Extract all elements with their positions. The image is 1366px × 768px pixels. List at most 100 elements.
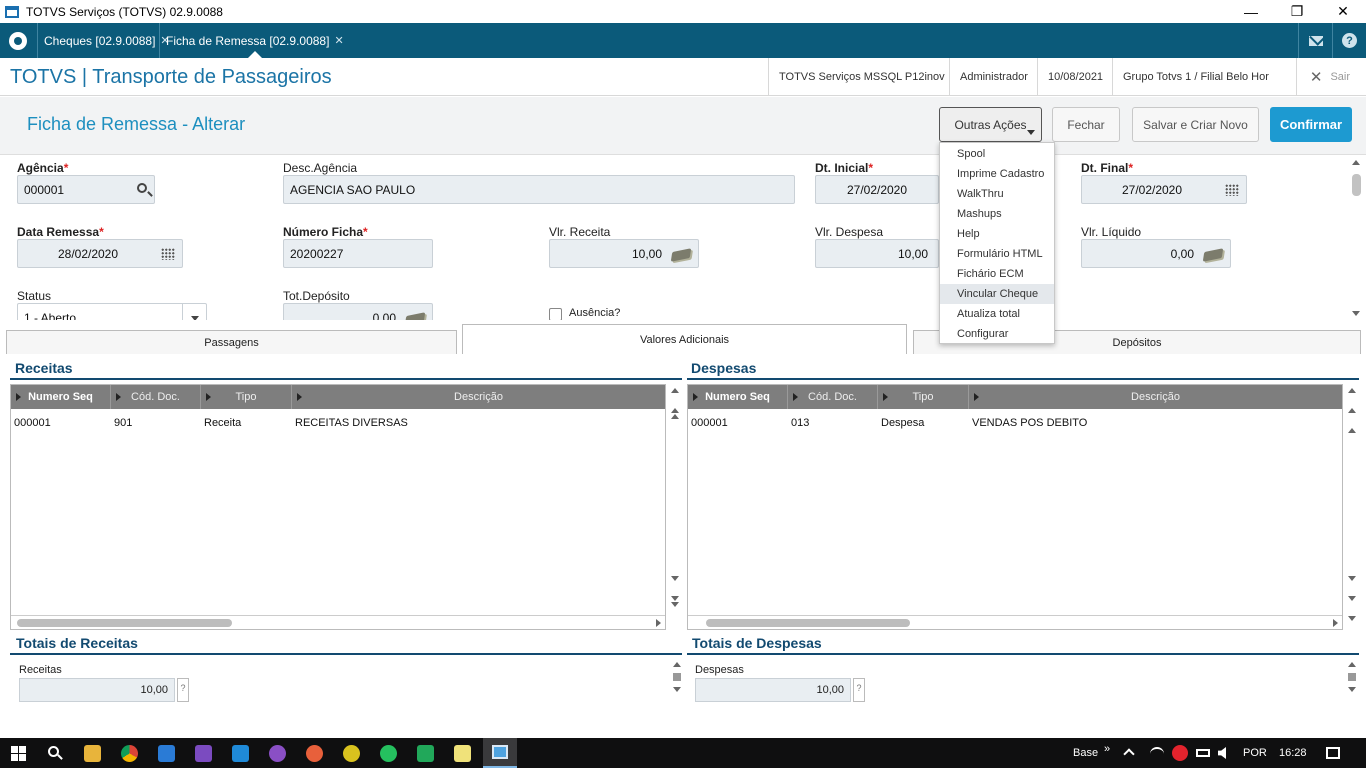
tab-cheques[interactable]: Cheques [02.9.0088] ✕ [37,23,176,58]
despesas-total-input[interactable]: 10,00 [695,678,851,702]
help-icon[interactable]: ? [1332,23,1366,58]
totais-despesas-title: Totais de Despesas [692,635,822,651]
chat-icon[interactable] [417,745,434,762]
menu-item-configurar[interactable]: Configurar [940,324,1054,344]
col-cod-doc[interactable]: Cód. Doc. [788,385,878,409]
page-title: Ficha de Remessa - Alterar [27,114,246,134]
desc-agencia-label: Desc.Agência [283,161,358,175]
vlr-liquido-input[interactable]: 0,00 [1081,239,1231,268]
whatsapp-icon[interactable] [380,745,397,762]
ausencia-checkbox[interactable] [549,308,562,320]
minimize-button[interactable]: — [1228,0,1274,23]
tab-valores-adicionais[interactable]: Valores Adicionais [462,324,907,354]
clock-time[interactable]: 16:28 [1279,738,1307,768]
chrome-icon[interactable] [121,745,138,762]
notepad-icon[interactable] [454,745,471,762]
exit-button[interactable]: ✕ Sair [1310,58,1350,96]
header-user: Administrador [949,58,1038,96]
windows-start-icon[interactable] [11,746,26,761]
salvar-criar-novo-button[interactable]: Salvar e Criar Novo [1132,107,1259,142]
totvs-logo-icon[interactable] [9,32,27,50]
dt-inicial-label: Dt. Inicial* [815,161,874,175]
desc-agencia-input[interactable]: AGENCIA SAO PAULO [283,175,795,204]
col-descricao[interactable]: Descrição [292,385,665,409]
tray-expand-icon[interactable] [1123,748,1135,760]
tab-passagens[interactable]: Passagens [6,330,457,354]
tab-ficha-remessa-close-icon[interactable]: ✕ [334,34,343,47]
file-explorer-icon[interactable] [84,745,101,762]
language-indicator[interactable]: POR [1243,738,1267,768]
table-row[interactable]: 000001 901 Receita RECEITAS DIVERSAS [11,417,592,431]
money-icon [1202,248,1224,262]
despesas-total-label: Despesas [695,664,744,676]
app-icon[interactable] [343,745,360,762]
visual-studio-icon[interactable] [195,745,212,762]
window-titlebar: TOTVS Serviços (TOTVS) 02.9.0088 — ❐ ✕ [0,0,1366,23]
col-cod-doc[interactable]: Cód. Doc. [111,385,201,409]
wifi-icon[interactable] [1150,747,1164,761]
f5-vpn-icon[interactable] [1172,745,1188,761]
menu-item-imprime-cadastro[interactable]: Imprime Cadastro [940,164,1054,184]
outras-acoes-button[interactable]: Outras Ações [939,107,1042,142]
receitas-total-label: Receitas [19,664,62,676]
horizontal-scrollbar[interactable] [688,615,1342,629]
search-icon[interactable] [137,183,147,193]
calendar-icon[interactable] [1225,184,1239,196]
numero-ficha-input[interactable]: 20200227 [283,239,433,268]
taskbar-chevron-icon[interactable]: » [1104,734,1110,764]
fields-scrollbar[interactable] [1351,158,1362,318]
tab-ficha-remessa[interactable]: Ficha de Remessa [02.9.0088] ✕ [159,23,350,58]
app-icon[interactable] [158,745,175,762]
close-window-button[interactable]: ✕ [1320,0,1366,23]
totals-receitas-scroll[interactable] [672,659,682,699]
data-remessa-input[interactable]: 28/02/2020 [17,239,183,268]
dt-final-input[interactable]: 27/02/2020 [1081,175,1247,204]
menu-item-fichario-ecm[interactable]: Fichário ECM [940,264,1054,284]
receitas-total-input[interactable]: 10,00 [19,678,175,702]
tab-cheques-label: Cheques [02.9.0088] [44,33,156,48]
confirmar-button[interactable]: Confirmar [1270,107,1352,142]
notifications-icon[interactable] [1326,747,1340,759]
despesas-vscroll[interactable] [1345,384,1359,630]
menu-item-mashups[interactable]: Mashups [940,204,1054,224]
fechar-button[interactable]: Fechar [1052,107,1120,142]
dt-inicial-input[interactable]: 27/02/2020 [815,175,939,204]
chevron-down-icon[interactable] [182,304,206,320]
status-select[interactable]: 1 - Aberto [17,303,207,320]
col-descricao[interactable]: Descrição [969,385,1342,409]
outras-acoes-label: Outras Ações [954,117,1027,132]
menu-item-atualiza-total[interactable]: Atualiza total [940,304,1054,324]
despesas-title: Despesas [691,360,757,376]
menu-item-help[interactable]: Help [940,224,1054,244]
vscode-icon[interactable] [232,745,249,762]
horizontal-scrollbar[interactable] [11,615,665,629]
col-tipo[interactable]: Tipo [878,385,969,409]
receitas-vscroll[interactable] [668,384,682,630]
github-icon[interactable] [269,745,286,762]
menu-item-spool[interactable]: Spool [940,144,1054,164]
tot-deposito-input[interactable]: 0,00 [283,303,433,320]
battery-icon[interactable] [1196,749,1210,757]
app-icon[interactable] [306,745,323,762]
col-numero-seq[interactable]: Numero Seq [688,385,788,409]
menu-item-vincular-cheque[interactable]: Vincular Cheque [940,284,1054,304]
restore-button[interactable]: ❐ [1274,0,1320,23]
taskbar-base-label[interactable]: Base [1073,738,1098,768]
volume-icon[interactable] [1218,747,1226,759]
table-row[interactable]: 000001 013 Despesa VENDAS POS DEBITO [688,417,1269,431]
active-app-button[interactable] [483,738,517,768]
agencia-input[interactable]: 000001 [17,175,155,204]
mail-icon[interactable] [1298,23,1332,58]
col-numero-seq[interactable]: Numero Seq [11,385,111,409]
calendar-icon[interactable] [161,248,175,260]
scrollbar-thumb[interactable] [1352,174,1361,196]
col-tipo[interactable]: Tipo [201,385,292,409]
menu-item-formulario-html[interactable]: Formulário HTML [940,244,1054,264]
vlr-despesa-input[interactable]: 10,00 [815,239,939,268]
menu-item-walkthru[interactable]: WalkThru [940,184,1054,204]
despesas-help-button[interactable]: ? [853,678,865,702]
vlr-receita-input[interactable]: 10,00 [549,239,699,268]
totals-despesas-scroll[interactable] [1347,659,1357,699]
receitas-help-button[interactable]: ? [177,678,189,702]
folder-tabs: Passagens Valores Adicionais Depósitos [0,324,1366,354]
